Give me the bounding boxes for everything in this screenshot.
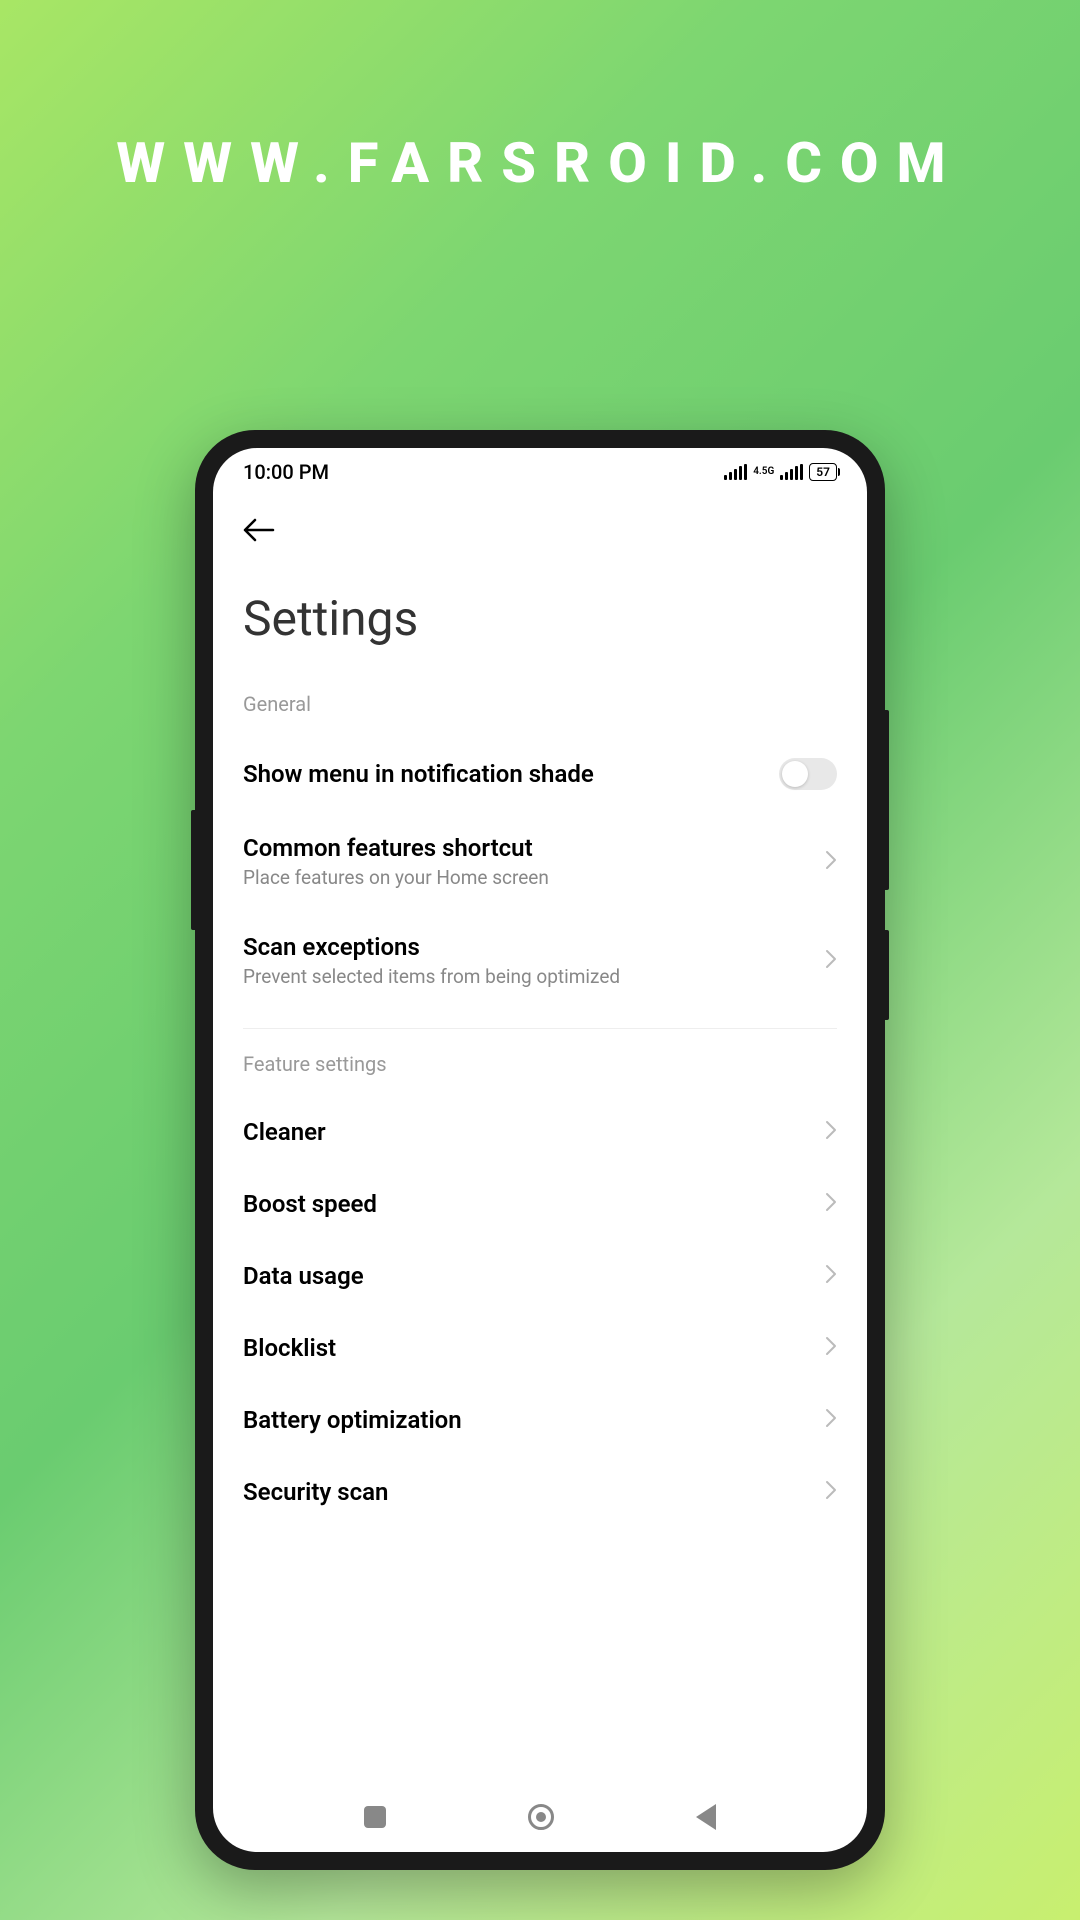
phone-frame: 10:00 PM 4.5G 57 (195, 430, 885, 1870)
chevron-right-icon (825, 947, 837, 975)
item-scan-exceptions[interactable]: Scan exceptions Prevent selected items f… (243, 911, 837, 1010)
back-arrow-icon[interactable] (243, 512, 275, 550)
settings-content: General Show menu in notification shade … (213, 677, 867, 1528)
item-security-scan[interactable]: Security scan (243, 1456, 837, 1528)
chevron-right-icon (825, 1478, 837, 1506)
item-battery-optimization[interactable]: Battery optimization (243, 1384, 837, 1456)
battery-icon: 57 (809, 463, 837, 481)
item-subtitle: Prevent selected items from being optimi… (243, 965, 825, 988)
item-title: Blocklist (243, 1334, 825, 1362)
section-label-features: Feature settings (243, 1037, 837, 1096)
chevron-right-icon (825, 1406, 837, 1434)
phone-power-button (885, 710, 889, 890)
nav-recents-button[interactable] (364, 1806, 386, 1828)
header-bar (213, 492, 867, 560)
page-title: Settings (213, 560, 867, 677)
item-data-usage[interactable]: Data usage (243, 1240, 837, 1312)
chevron-right-icon (825, 1334, 837, 1362)
item-common-features-shortcut[interactable]: Common features shortcut Place features … (243, 812, 837, 911)
item-boost-speed[interactable]: Boost speed (243, 1168, 837, 1240)
item-title: Data usage (243, 1262, 825, 1290)
toggle-switch[interactable] (779, 758, 837, 790)
status-time: 10:00 PM (243, 460, 329, 484)
section-label-general: General (243, 677, 837, 736)
item-title: Security scan (243, 1478, 825, 1506)
signal-icon-2 (780, 464, 803, 480)
item-title: Common features shortcut (243, 834, 825, 862)
phone-screen: 10:00 PM 4.5G 57 (213, 448, 867, 1852)
status-bar: 10:00 PM 4.5G 57 (213, 448, 867, 492)
navigation-bar (213, 1782, 867, 1852)
nav-back-button[interactable] (696, 1804, 716, 1830)
item-title: Show menu in notification shade (243, 760, 779, 788)
phone-side-button (885, 930, 889, 1020)
phone-volume-button (191, 810, 195, 930)
item-title: Scan exceptions (243, 933, 825, 961)
nav-home-button[interactable] (528, 1804, 554, 1830)
item-title: Battery optimization (243, 1406, 825, 1434)
item-title: Boost speed (243, 1190, 825, 1218)
section-divider (243, 1028, 837, 1029)
item-cleaner[interactable]: Cleaner (243, 1096, 837, 1168)
status-icons: 4.5G 57 (724, 463, 837, 481)
item-show-menu-notification[interactable]: Show menu in notification shade (243, 736, 837, 812)
chevron-right-icon (825, 1118, 837, 1146)
item-blocklist[interactable]: Blocklist (243, 1312, 837, 1384)
signal-icon (724, 464, 747, 480)
chevron-right-icon (825, 1262, 837, 1290)
chevron-right-icon (825, 1190, 837, 1218)
item-title: Cleaner (243, 1118, 825, 1146)
chevron-right-icon (825, 848, 837, 876)
watermark-text: WWW.FARSROID.COM (0, 130, 1080, 196)
network-label: 4.5G (753, 467, 774, 477)
item-subtitle: Place features on your Home screen (243, 866, 825, 889)
toggle-knob (782, 761, 808, 787)
